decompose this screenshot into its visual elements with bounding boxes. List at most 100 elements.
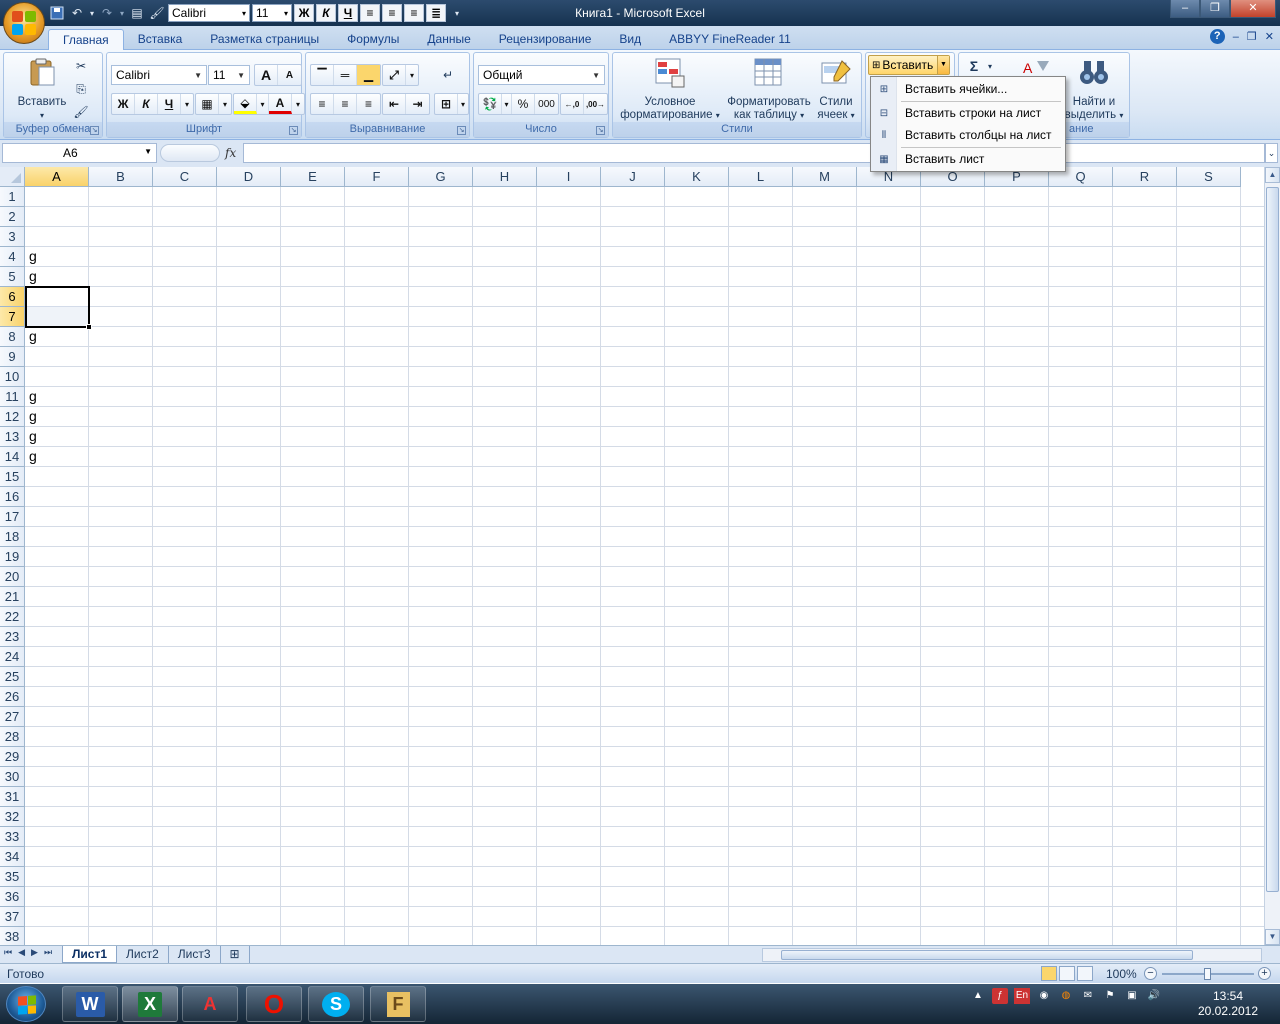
- sheet-tab-2[interactable]: Лист2: [117, 946, 169, 963]
- row-header[interactable]: 38: [0, 927, 25, 945]
- menu-item-insert-columns[interactable]: ⫴ Вставить столбцы на лист: [871, 124, 1065, 146]
- opera-taskbar-icon[interactable]: O: [246, 986, 302, 1022]
- column-header[interactable]: K: [665, 167, 729, 187]
- volume-icon[interactable]: 🔊: [1146, 988, 1162, 1004]
- cell-a5[interactable]: g: [29, 268, 37, 284]
- merge-dropdown-icon[interactable]: ▾: [458, 94, 468, 114]
- align-bottom-icon[interactable]: ▁: [357, 65, 380, 85]
- excel-taskbar-icon[interactable]: X: [122, 986, 178, 1022]
- explorer-taskbar-icon[interactable]: F: [370, 986, 426, 1022]
- font-size-combo[interactable]: 11 ▼: [208, 65, 250, 85]
- row-header[interactable]: 36: [0, 887, 25, 907]
- row-header[interactable]: 33: [0, 827, 25, 847]
- sheet-tab-1[interactable]: Лист1: [62, 946, 118, 963]
- row-header[interactable]: 9: [0, 347, 25, 367]
- clipboard-launcher-icon[interactable]: ↘: [90, 126, 99, 135]
- tab-home[interactable]: Главная: [48, 29, 124, 50]
- row-header[interactable]: 4: [0, 247, 25, 267]
- row-header[interactable]: 21: [0, 587, 25, 607]
- cell-styles-button[interactable]: Стили ячеек ▾: [813, 57, 859, 122]
- network-signal-icon[interactable]: ◉: [1036, 988, 1052, 1004]
- wrap-text-icon[interactable]: ↵: [437, 64, 459, 86]
- font-color-dropdown-icon[interactable]: ▾: [292, 94, 304, 114]
- align-top-icon[interactable]: ▔: [311, 65, 334, 85]
- selected-range[interactable]: [25, 286, 92, 330]
- cell-a13[interactable]: g: [29, 428, 37, 444]
- column-header[interactable]: E: [281, 167, 345, 187]
- network-icon[interactable]: ▣: [1124, 988, 1140, 1004]
- row-header[interactable]: 29: [0, 747, 25, 767]
- percent-button[interactable]: %: [512, 94, 535, 114]
- autosum-dropdown-icon[interactable]: ▾: [979, 55, 1001, 77]
- workbook-minimize-icon[interactable]: ‒: [1233, 31, 1239, 43]
- row-header[interactable]: 13: [0, 427, 25, 447]
- row-header[interactable]: 20: [0, 567, 25, 587]
- align-left-icon[interactable]: ≡: [311, 94, 334, 114]
- row-header[interactable]: 23: [0, 627, 25, 647]
- alignment-launcher-icon[interactable]: ↘: [457, 126, 466, 135]
- row-header[interactable]: 30: [0, 767, 25, 787]
- tab-view[interactable]: Вид: [605, 29, 655, 50]
- expand-formula-bar-icon[interactable]: ⌄: [1265, 143, 1278, 163]
- chat-tray-icon[interactable]: ✉: [1080, 988, 1096, 1004]
- cut-icon[interactable]: ✂: [70, 55, 92, 77]
- scroll-up-icon[interactable]: ▲: [1265, 167, 1280, 183]
- menu-item-insert-cells[interactable]: ⊞ Вставить ячейки...: [871, 78, 1065, 100]
- column-header[interactable]: C: [153, 167, 217, 187]
- bold-button[interactable]: Ж: [112, 94, 135, 114]
- merge-center-icon[interactable]: ⊞: [435, 94, 458, 114]
- normal-view-icon[interactable]: [1041, 966, 1057, 981]
- next-sheet-icon[interactable]: ▶: [31, 947, 38, 958]
- row-header[interactable]: 31: [0, 787, 25, 807]
- prev-sheet-icon[interactable]: ◀: [18, 947, 25, 958]
- clock[interactable]: 13:54 20.02.2012: [1190, 989, 1266, 1019]
- tab-formulas[interactable]: Формулы: [333, 29, 413, 50]
- horizontal-scrollbar[interactable]: [762, 948, 1262, 962]
- menu-item-insert-rows[interactable]: ⊟ Вставить строки на лист: [871, 102, 1065, 124]
- row-header[interactable]: 15: [0, 467, 25, 487]
- help-icon[interactable]: ?: [1209, 29, 1225, 44]
- last-sheet-icon[interactable]: ⏭: [44, 947, 52, 958]
- insert-dropdown-icon[interactable]: ▼: [937, 56, 949, 74]
- page-layout-view-icon[interactable]: [1059, 966, 1075, 981]
- borders-icon[interactable]: ▦: [196, 94, 219, 114]
- zoom-slider[interactable]: − +: [1142, 967, 1276, 981]
- orientation-dropdown-icon[interactable]: ▾: [406, 65, 418, 85]
- decrease-indent-icon[interactable]: ⇤: [383, 94, 406, 114]
- cell-a14[interactable]: g: [29, 448, 37, 464]
- sheet-tab-3[interactable]: Лист3: [169, 946, 221, 963]
- close-button[interactable]: ✕: [1230, 0, 1276, 18]
- menu-item-insert-sheet[interactable]: ▦ Вставить лист: [871, 148, 1065, 170]
- row-header[interactable]: 8: [0, 327, 25, 347]
- word-taskbar-icon[interactable]: W: [62, 986, 118, 1022]
- column-header[interactable]: R: [1113, 167, 1177, 187]
- column-header[interactable]: J: [601, 167, 665, 187]
- page-break-view-icon[interactable]: [1077, 966, 1093, 981]
- row-header[interactable]: 37: [0, 907, 25, 927]
- row-header[interactable]: 34: [0, 847, 25, 867]
- fill-handle[interactable]: [86, 324, 92, 330]
- row-header[interactable]: 18: [0, 527, 25, 547]
- row-header[interactable]: 10: [0, 367, 25, 387]
- scroll-down-icon[interactable]: ▼: [1265, 929, 1280, 945]
- name-box-dropdown-icon[interactable]: ▼: [144, 147, 152, 156]
- maximize-button[interactable]: ❐: [1200, 0, 1230, 18]
- column-header[interactable]: D: [217, 167, 281, 187]
- column-header[interactable]: A: [25, 167, 89, 187]
- increase-indent-icon[interactable]: ⇥: [406, 94, 429, 114]
- action-center-flag-icon[interactable]: ⚑: [1102, 988, 1118, 1004]
- increase-decimal-icon[interactable]: ←,0: [561, 94, 584, 114]
- format-as-table-button[interactable]: Форматировать как таблицу ▾: [721, 57, 817, 122]
- vertical-scroll-thumb[interactable]: [1266, 187, 1279, 892]
- insert-cells-button[interactable]: ⊞ Вставить ▼: [868, 55, 950, 75]
- align-center-icon[interactable]: ≡: [334, 94, 357, 114]
- vertical-scrollbar[interactable]: ▲ ▼: [1264, 167, 1280, 945]
- tab-data[interactable]: Данные: [413, 29, 484, 50]
- underline-dropdown-icon[interactable]: ▾: [181, 94, 193, 114]
- row-header[interactable]: 6: [0, 287, 25, 307]
- tab-insert[interactable]: Вставка: [124, 29, 197, 50]
- zoom-level[interactable]: 100%: [1106, 967, 1137, 981]
- copy-icon[interactable]: ⎘: [70, 78, 92, 100]
- cell-a4[interactable]: g: [29, 248, 37, 264]
- text-orientation-icon[interactable]: ⤢: [383, 65, 406, 85]
